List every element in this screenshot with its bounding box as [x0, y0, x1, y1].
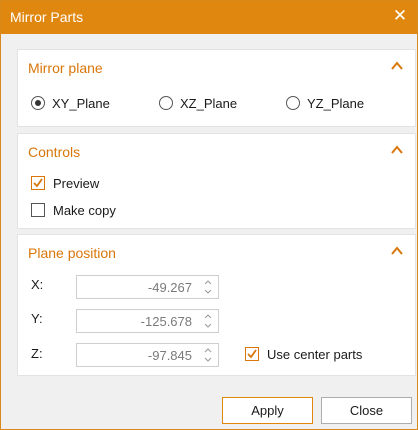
- radio-label-xy: XY_Plane: [52, 96, 110, 111]
- radio-label-xz: XZ_Plane: [180, 96, 238, 111]
- spinner-arrows-icon[interactable]: [203, 346, 213, 364]
- use-center-parts-label: Use center parts: [267, 347, 363, 362]
- checkbox-box: [245, 347, 259, 361]
- mirror-plane-title: Mirror plane: [28, 60, 103, 76]
- chevron-up-icon[interactable]: [390, 244, 404, 258]
- radio-label-yz: YZ_Plane: [307, 96, 365, 111]
- radio-dot: [35, 100, 41, 106]
- x-label: X:: [31, 277, 44, 292]
- radio-circle: [159, 96, 173, 110]
- mirror-parts-dialog: Mirror Parts ✕ Mirror plane XY_Plane XZ_…: [0, 0, 418, 430]
- radio-circle: [31, 96, 45, 110]
- title-bar: Mirror Parts ✕: [1, 1, 417, 34]
- spinner-arrows-icon[interactable]: [203, 312, 213, 330]
- z-value: -97.845: [147, 348, 192, 363]
- y-label: Y:: [31, 311, 43, 326]
- controls-title: Controls: [28, 144, 81, 160]
- checkmark-icon: [33, 178, 43, 188]
- dialog-title: Mirror Parts: [10, 9, 84, 25]
- make-copy-label: Make copy: [53, 203, 116, 218]
- plane-position-title: Plane position: [28, 245, 116, 261]
- chevron-up-icon[interactable]: [390, 59, 404, 73]
- y-value: -125.678: [140, 314, 192, 329]
- close-icon[interactable]: ✕: [389, 5, 411, 27]
- apply-button[interactable]: Apply: [222, 397, 313, 424]
- chevron-up-icon[interactable]: [390, 143, 404, 157]
- z-label: Z:: [31, 346, 43, 361]
- close-button[interactable]: Close: [321, 397, 412, 424]
- spinner-arrows-icon[interactable]: [203, 278, 213, 296]
- x-value: -49.267: [147, 280, 192, 295]
- x-spinbox[interactable]: -49.267: [76, 275, 219, 299]
- checkbox-box: [31, 176, 45, 190]
- z-spinbox[interactable]: -97.845: [76, 343, 219, 367]
- checkmark-icon: [247, 349, 257, 359]
- y-spinbox[interactable]: -125.678: [76, 309, 219, 333]
- preview-label: Preview: [53, 176, 100, 191]
- checkbox-box: [31, 203, 45, 217]
- radio-circle: [286, 96, 300, 110]
- mirror-plane-group: Mirror plane: [17, 49, 416, 127]
